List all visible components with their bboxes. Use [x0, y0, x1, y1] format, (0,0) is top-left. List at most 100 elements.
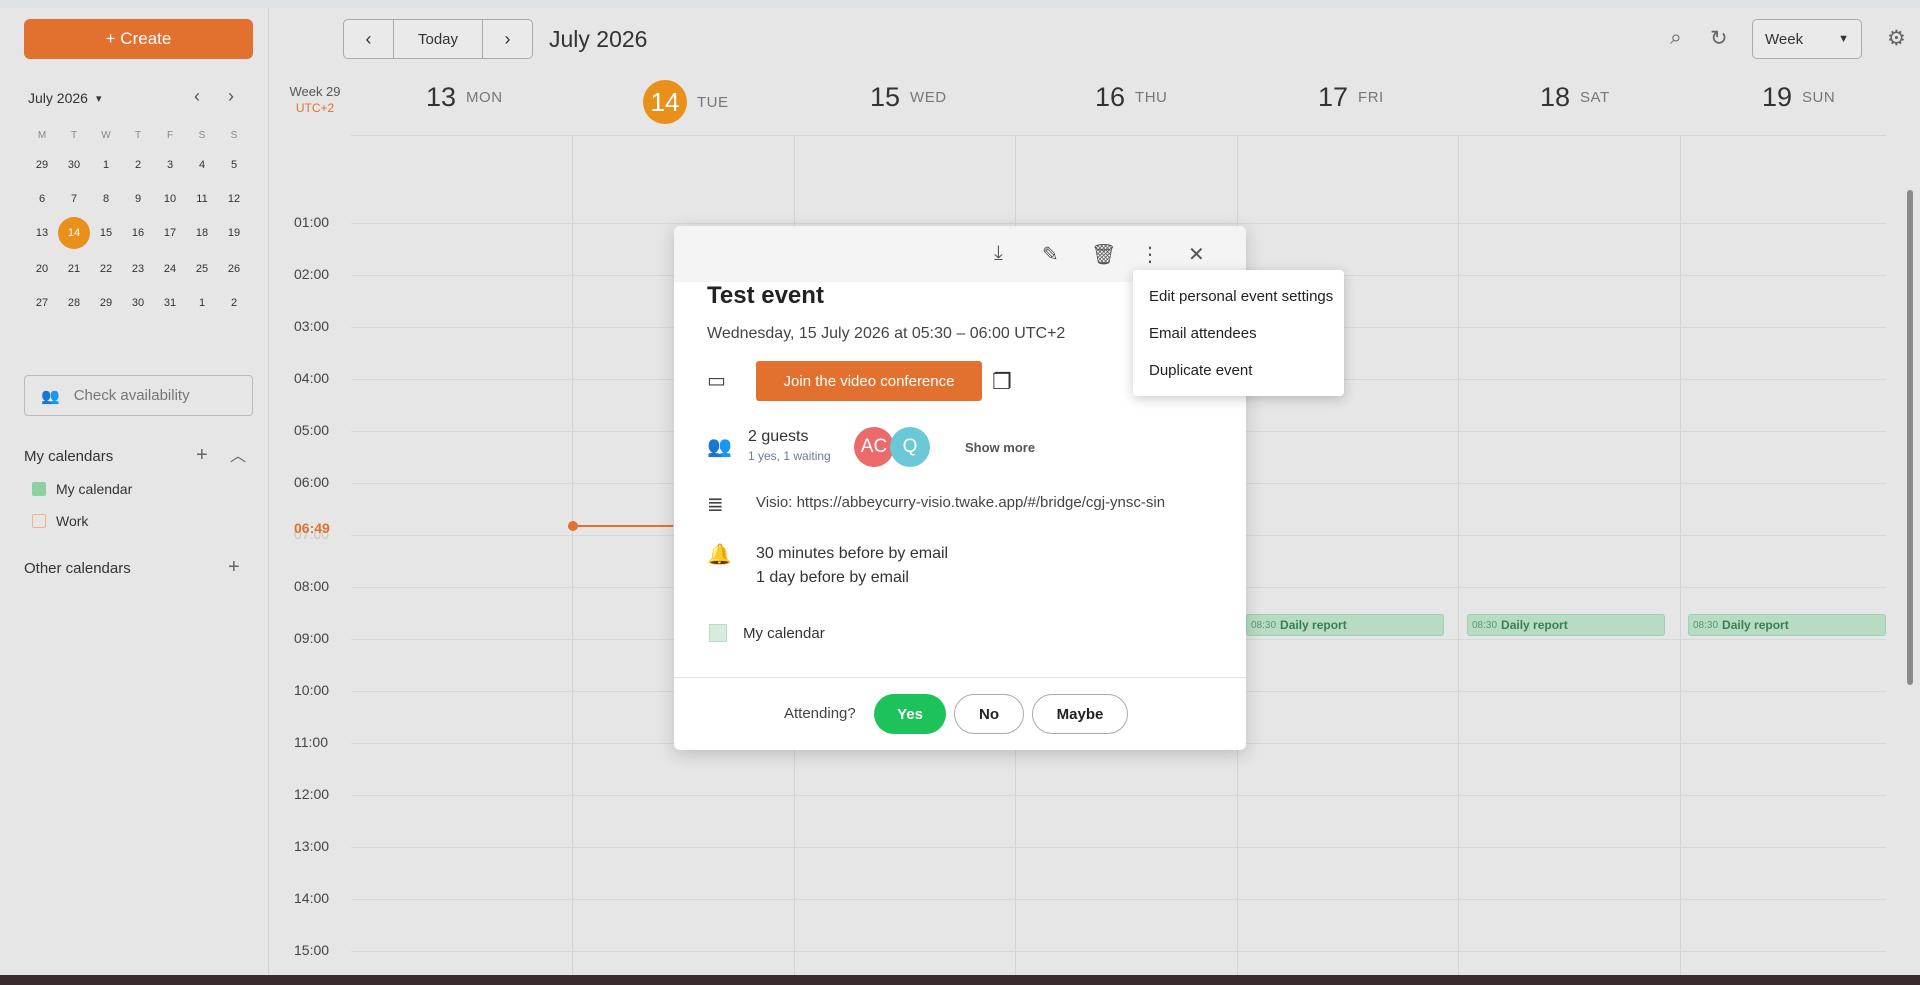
- trash-icon[interactable]: 🗑: [1091, 242, 1116, 267]
- search-icon[interactable]: ⌕: [1670, 26, 1682, 50]
- mini-day[interactable]: 14: [58, 217, 90, 249]
- day-header-sun[interactable]: 19 SUN: [1762, 82, 1835, 113]
- menu-item-edit-personal-settings[interactable]: Edit personal event settings: [1133, 278, 1344, 315]
- event-calendar: My calendar: [709, 624, 825, 642]
- mini-day[interactable]: 2: [122, 151, 154, 179]
- mini-day[interactable]: 15: [90, 219, 122, 247]
- menu-item-duplicate-event[interactable]: Duplicate event: [1133, 352, 1344, 389]
- event-chip[interactable]: 08:30 Daily report: [1688, 614, 1886, 636]
- mini-day[interactable]: 25: [186, 255, 218, 283]
- day-header-mon[interactable]: 13 MON: [426, 82, 503, 113]
- day-number: 14: [643, 80, 687, 124]
- mini-day[interactable]: 29: [90, 289, 122, 317]
- mini-day[interactable]: 31: [154, 289, 186, 317]
- mini-day[interactable]: 12: [218, 185, 250, 213]
- calendar-item-my-calendar[interactable]: My calendar: [32, 481, 132, 497]
- checkbox-icon[interactable]: [32, 482, 46, 496]
- calendar-color-swatch: [709, 624, 727, 642]
- create-button[interactable]: + Create: [24, 19, 253, 59]
- mini-day[interactable]: 21: [58, 255, 90, 283]
- hour-label: 14:00: [294, 890, 330, 906]
- mini-day[interactable]: 7: [58, 185, 90, 213]
- menu-item-email-attendees[interactable]: Email attendees: [1133, 315, 1344, 352]
- date-nav-group: ‹ Today ›: [343, 19, 533, 59]
- view-select[interactable]: Week ▼: [1752, 19, 1862, 59]
- next-week-icon[interactable]: ›: [483, 20, 532, 58]
- mini-day[interactable]: 30: [58, 151, 90, 179]
- copy-icon[interactable]: ❐: [992, 369, 1012, 395]
- divider: [674, 677, 1246, 678]
- mini-weekday-label: T: [70, 129, 78, 141]
- mini-day[interactable]: 2: [218, 289, 250, 317]
- avatar[interactable]: Q: [890, 427, 930, 467]
- mini-day[interactable]: 13: [26, 219, 58, 247]
- mini-day[interactable]: 9: [122, 185, 154, 213]
- mini-day[interactable]: 29: [26, 151, 58, 179]
- refresh-icon[interactable]: ↻: [1710, 26, 1728, 51]
- day-column-divider: [1458, 136, 1459, 976]
- more-menu: Edit personal event settings Email atten…: [1133, 270, 1344, 396]
- rsvp-yes-button[interactable]: Yes: [874, 694, 946, 734]
- mini-day[interactable]: 30: [122, 289, 154, 317]
- scrollbar[interactable]: [1907, 190, 1913, 685]
- avatar[interactable]: AC: [854, 427, 894, 467]
- mini-day[interactable]: 10: [154, 185, 186, 213]
- event-description[interactable]: Visio: https://abbeycurry-visio.twake.ap…: [756, 494, 1165, 511]
- mini-day[interactable]: 1: [90, 151, 122, 179]
- mini-day[interactable]: 27: [26, 289, 58, 317]
- rsvp-no-button[interactable]: No: [954, 694, 1024, 734]
- join-video-button[interactable]: Join the video conference: [756, 361, 982, 401]
- add-other-calendar-icon[interactable]: +: [228, 556, 240, 579]
- day-header-sat[interactable]: 18 SAT: [1540, 82, 1610, 113]
- mini-day[interactable]: 20: [26, 255, 58, 283]
- mini-day[interactable]: 16: [122, 219, 154, 247]
- mini-day[interactable]: 19: [218, 219, 250, 247]
- close-icon[interactable]: ✕: [1188, 242, 1205, 267]
- prev-week-icon[interactable]: ‹: [344, 20, 393, 58]
- download-icon[interactable]: ⤓: [994, 242, 1003, 265]
- event-name: Daily report: [1280, 618, 1347, 632]
- day-header-tue[interactable]: 14 TUE: [643, 80, 729, 124]
- hour-label: 01:00: [294, 214, 330, 230]
- mini-day[interactable]: 4: [186, 151, 218, 179]
- mini-day[interactable]: 6: [26, 185, 58, 213]
- edit-icon[interactable]: ✎: [1042, 242, 1059, 267]
- mini-day[interactable]: 1: [186, 289, 218, 317]
- day-number: 17: [1318, 82, 1349, 112]
- mini-day[interactable]: 8: [90, 185, 122, 213]
- mini-day[interactable]: 11: [186, 185, 218, 213]
- today-button[interactable]: Today: [393, 20, 483, 58]
- event-chip[interactable]: 08:30 Daily report: [1246, 614, 1444, 636]
- check-availability-button[interactable]: 👥 Check availability: [24, 375, 253, 416]
- mini-day[interactable]: 5: [218, 151, 250, 179]
- event-time: 08:30: [1251, 619, 1277, 631]
- current-time-dot: [568, 521, 578, 531]
- mini-day[interactable]: 26: [218, 255, 250, 283]
- checkbox-icon[interactable]: [32, 514, 46, 528]
- mini-day[interactable]: 17: [154, 219, 186, 247]
- mini-day[interactable]: 22: [90, 255, 122, 283]
- rsvp-maybe-button[interactable]: Maybe: [1032, 694, 1128, 734]
- gear-icon[interactable]: ⚙: [1887, 26, 1906, 51]
- mini-prev-icon[interactable]: ‹: [194, 86, 200, 107]
- mini-day[interactable]: 24: [154, 255, 186, 283]
- mini-day[interactable]: 3: [154, 151, 186, 179]
- show-more-link[interactable]: Show more: [965, 440, 1035, 455]
- calendar-item-work[interactable]: Work: [32, 513, 88, 529]
- event-chip[interactable]: 08:30 Daily report: [1467, 614, 1665, 636]
- guests-status: 1 yes, 1 waiting: [748, 449, 831, 463]
- day-header-fri[interactable]: 17 FRI: [1318, 82, 1384, 113]
- collapse-icon[interactable]: ︿: [230, 442, 246, 466]
- mini-day[interactable]: 18: [186, 219, 218, 247]
- day-header-wed[interactable]: 15 WED: [870, 82, 947, 113]
- day-header-thu[interactable]: 16 THU: [1095, 82, 1167, 113]
- mini-next-icon[interactable]: ›: [228, 86, 234, 107]
- more-vert-icon[interactable]: ⋮: [1140, 242, 1160, 267]
- hour-label: 06:00: [294, 474, 330, 490]
- mini-calendar-header[interactable]: July 2026 ▾: [28, 90, 101, 106]
- mini-day[interactable]: 28: [58, 289, 90, 317]
- mini-day[interactable]: 23: [122, 255, 154, 283]
- create-label: + Create: [105, 29, 172, 48]
- add-calendar-icon[interactable]: +: [196, 444, 208, 467]
- mini-calendar-title: July 2026: [28, 90, 88, 106]
